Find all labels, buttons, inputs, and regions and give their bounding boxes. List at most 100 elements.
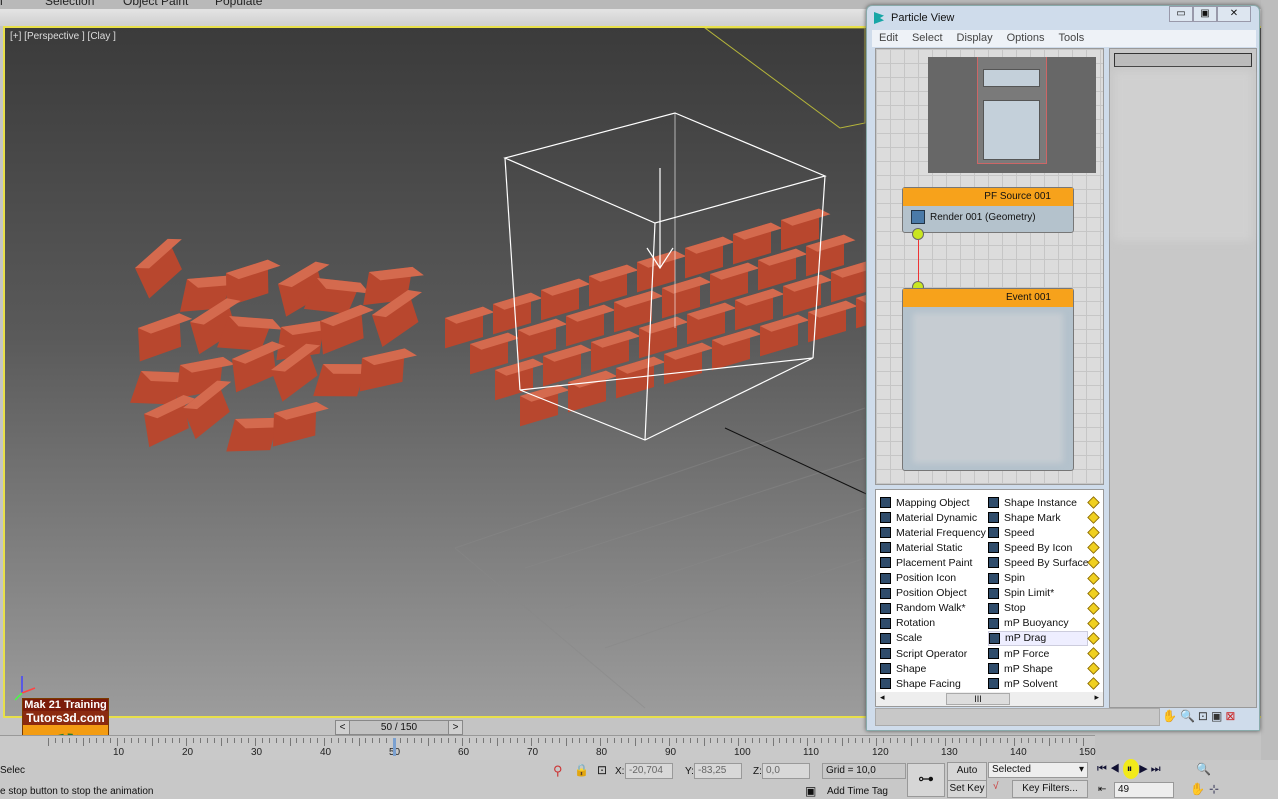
depot-item[interactable]: Spin bbox=[988, 571, 1025, 586]
track-tick bbox=[669, 738, 670, 746]
depot-item[interactable]: Shape bbox=[880, 661, 926, 676]
depot-item[interactable]: Material Dynamic bbox=[880, 510, 977, 525]
current-frame-field[interactable]: 49 bbox=[1114, 782, 1174, 798]
depot-item[interactable]: Speed By Icon bbox=[988, 540, 1072, 555]
x-coordinate-field[interactable]: -20,704 bbox=[625, 763, 673, 779]
track-bar[interactable]: 102030405060708090100110120130140150 bbox=[0, 735, 1096, 760]
depot-item-label: Position Icon bbox=[896, 572, 957, 584]
depot-item[interactable]: Material Static bbox=[880, 540, 963, 555]
operator-label: Render 001 (Geometry) bbox=[930, 211, 1036, 223]
go-to-end-icon[interactable]: ⏭ bbox=[1151, 763, 1164, 775]
track-tick bbox=[958, 738, 960, 743]
minimize-button[interactable]: ▭ bbox=[1169, 6, 1193, 22]
menu-item[interactable]: n bbox=[0, 0, 3, 8]
depot-item[interactable]: mP Buoyancy bbox=[988, 616, 1069, 631]
graph-navigator[interactable] bbox=[928, 57, 1096, 173]
menu-item-selection[interactable]: Selection bbox=[45, 0, 94, 8]
depot-item[interactable]: mP Drag bbox=[988, 630, 1088, 646]
navigator-viewport-frame[interactable] bbox=[977, 57, 1047, 164]
menu-tools[interactable]: Tools bbox=[1059, 30, 1085, 47]
key-mode-toggle-icon[interactable]: ⇤ bbox=[1098, 784, 1106, 795]
track-tick bbox=[455, 738, 457, 743]
curve-icon[interactable]: √ bbox=[993, 781, 999, 792]
menu-item-object-paint[interactable]: Object Paint bbox=[123, 0, 188, 8]
lock-icon[interactable]: 🔒 bbox=[574, 763, 589, 777]
menu-select[interactable]: Select bbox=[912, 30, 943, 47]
operator-icon bbox=[988, 572, 999, 584]
maximize-button[interactable]: ▣ bbox=[1193, 6, 1217, 22]
event-graph[interactable]: PF Source 001 Render 001 (Geometry) Even… bbox=[875, 48, 1104, 485]
depot-item[interactable]: mP Shape bbox=[988, 661, 1053, 676]
depot-item[interactable]: Script Operator bbox=[880, 646, 967, 661]
z-coordinate-field[interactable]: 0,0 bbox=[762, 763, 810, 779]
output-connector[interactable] bbox=[912, 228, 924, 240]
track-tick bbox=[213, 738, 215, 743]
depot-item[interactable]: Shape Facing bbox=[880, 676, 961, 691]
isolate-icon[interactable]: ⚲ bbox=[553, 763, 563, 779]
next-key-icon[interactable]: ▶ bbox=[1139, 763, 1150, 775]
menu-options[interactable]: Options bbox=[1007, 30, 1045, 47]
menu-edit[interactable]: Edit bbox=[879, 30, 898, 47]
pv-nav-icons[interactable]: ✋🔍⊡▣⊠ bbox=[1162, 709, 1238, 723]
track-tick bbox=[358, 738, 360, 746]
operator-icon bbox=[880, 663, 891, 675]
depot-item[interactable]: Position Object bbox=[880, 586, 967, 601]
operator-icon bbox=[988, 497, 999, 508]
depot-item[interactable]: Shape Instance bbox=[988, 495, 1077, 510]
go-to-start-icon[interactable]: ⏮ bbox=[1097, 763, 1110, 775]
set-key-button[interactable]: Set Key bbox=[947, 780, 987, 798]
time-slider[interactable]: < 50 / 150 > bbox=[335, 720, 463, 735]
depot-item[interactable]: Shape Mark bbox=[988, 510, 1061, 525]
depot-item[interactable]: Mapping Object bbox=[880, 495, 970, 510]
depot-item[interactable]: Stop bbox=[988, 601, 1026, 616]
horizontal-scrollbar[interactable]: ◂ III ▸ bbox=[876, 692, 1103, 706]
track-tick bbox=[648, 738, 650, 743]
time-slider-thumb[interactable]: 50 / 150 bbox=[350, 721, 448, 734]
depot-item[interactable]: Speed bbox=[988, 525, 1034, 540]
depot-item[interactable]: Position Icon bbox=[880, 571, 956, 586]
stop-button-icon[interactable]: ⏸ bbox=[1122, 759, 1140, 779]
depot-item[interactable]: Placement Paint bbox=[880, 555, 972, 570]
track-tick bbox=[268, 738, 270, 743]
depot-item[interactable]: Scale bbox=[880, 631, 922, 646]
track-tick bbox=[68, 738, 70, 743]
viewport-nav-icons[interactable]: 🔍 bbox=[1196, 762, 1217, 776]
track-tick bbox=[1062, 738, 1064, 743]
key-filters-button[interactable]: Key Filters... bbox=[1012, 780, 1088, 798]
playback-controls[interactable]: ⏮◀ ⏸ ▶⏭ bbox=[1097, 759, 1164, 779]
depot-item[interactable]: Rotation bbox=[880, 616, 935, 631]
event-node[interactable]: Event 001 bbox=[902, 288, 1074, 471]
track-label: 100 bbox=[734, 747, 751, 758]
track-tick bbox=[317, 738, 319, 743]
track-tick bbox=[441, 738, 443, 743]
track-tick bbox=[662, 738, 664, 743]
transform-mode-icon[interactable]: ⊡ bbox=[597, 763, 607, 777]
prev-frame-button[interactable]: < bbox=[336, 721, 350, 734]
depot-item[interactable]: Random Walk* bbox=[880, 601, 966, 616]
pf-source-node[interactable]: PF Source 001 Render 001 (Geometry) bbox=[902, 187, 1074, 233]
set-key-icon[interactable]: ⊶ bbox=[907, 763, 945, 797]
viewport-label[interactable]: [+] [Perspective ] [Clay ] bbox=[10, 31, 116, 42]
track-tick bbox=[786, 738, 788, 743]
close-button[interactable]: ✕ bbox=[1217, 6, 1251, 22]
track-tick bbox=[813, 738, 815, 743]
depot-item[interactable]: Spin Limit* bbox=[988, 586, 1054, 601]
depot-item[interactable]: mP Solvent bbox=[988, 676, 1058, 691]
depot-item[interactable]: mP Force bbox=[988, 646, 1049, 661]
track-tick bbox=[1055, 738, 1057, 743]
depot-item[interactable]: Speed By Surface bbox=[988, 555, 1089, 570]
next-frame-button[interactable]: > bbox=[448, 721, 462, 734]
time-tag-icon[interactable]: ▣ bbox=[805, 784, 816, 798]
viewport-nav-icons-2[interactable]: ✋⊹ bbox=[1190, 782, 1223, 796]
prev-key-icon[interactable]: ◀ bbox=[1110, 763, 1123, 775]
operator-render[interactable]: Render 001 (Geometry) bbox=[903, 206, 1073, 228]
menu-display[interactable]: Display bbox=[957, 30, 993, 47]
menu-item-populate[interactable]: Populate bbox=[215, 0, 262, 8]
track-tick bbox=[420, 738, 422, 743]
chevron-down-icon: ▾ bbox=[1078, 764, 1084, 775]
scroll-thumb[interactable]: III bbox=[946, 693, 1010, 705]
key-mode-select[interactable]: Selected ▾ bbox=[988, 762, 1088, 778]
y-coordinate-field[interactable]: -83,25 bbox=[694, 763, 742, 779]
depot-item[interactable]: Material Frequency bbox=[880, 525, 986, 540]
add-time-tag[interactable]: Add Time Tag bbox=[827, 786, 888, 797]
